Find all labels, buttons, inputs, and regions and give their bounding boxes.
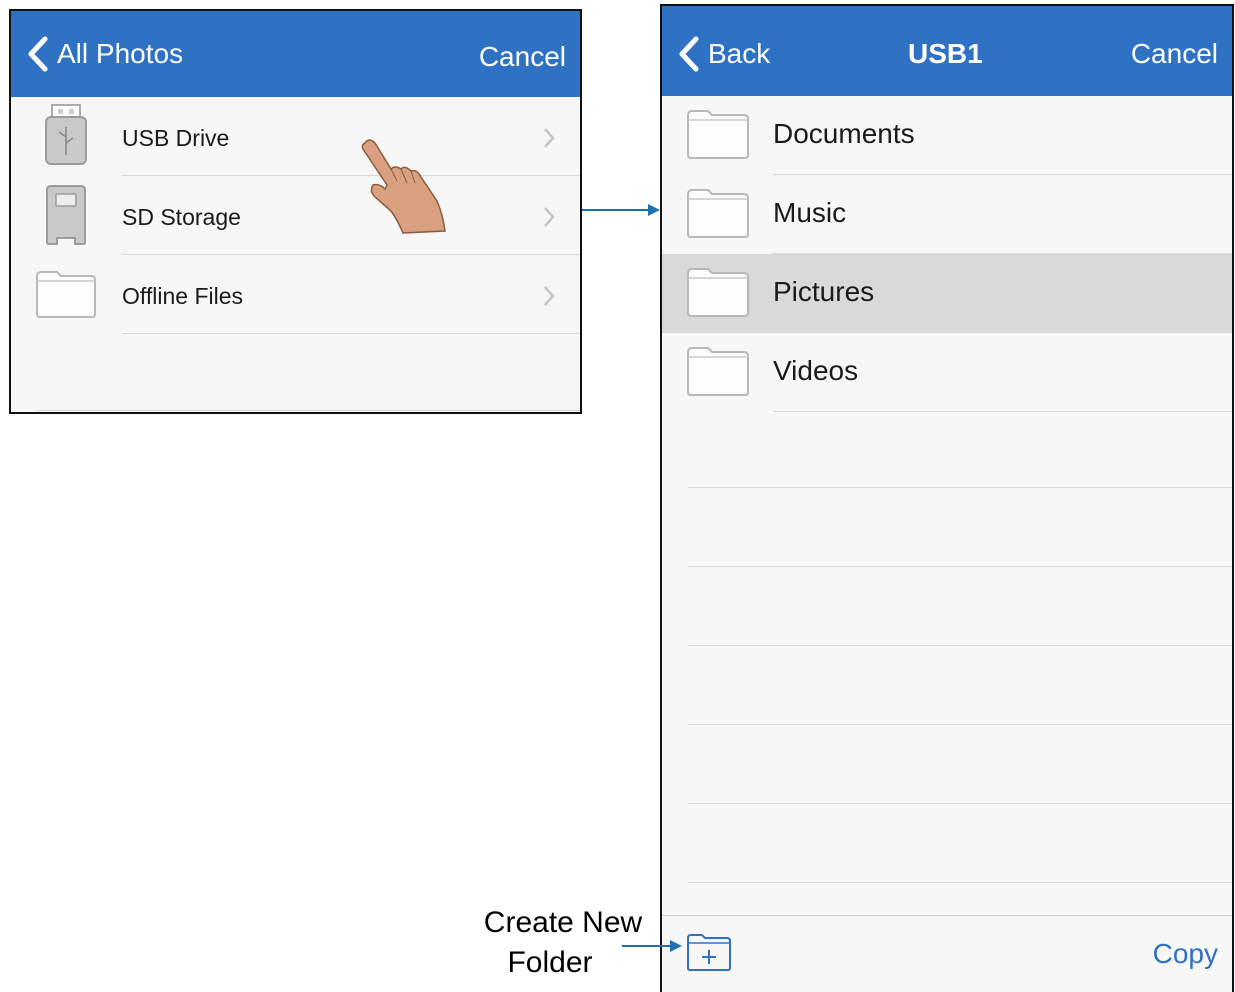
row-separator: [688, 645, 1232, 646]
cancel-button[interactable]: Cancel: [479, 41, 566, 73]
list-item-label: SD Storage: [122, 204, 241, 230]
back-button[interactable]: Back: [676, 36, 770, 72]
page-title: USB1: [908, 38, 983, 69]
row-separator: [688, 803, 1232, 804]
usb-drive-icon: [45, 104, 87, 165]
list-item-label: Offline Files: [122, 283, 244, 309]
row-separator: [688, 882, 1232, 883]
folder-icon: [687, 268, 749, 317]
row-separator: [122, 333, 580, 334]
chevron-right-icon: [544, 286, 555, 306]
cancel-button[interactable]: Cancel: [1131, 38, 1218, 70]
folder-icon: [687, 189, 749, 238]
chevron-right-icon: [544, 207, 555, 227]
folder-label: Music: [773, 197, 847, 228]
storage-list-screen: All Photos Cancel USB Drive SD Storage O…: [9, 9, 582, 414]
folder-browser-screen: Back USB1 Cancel Documents Music Picture…: [660, 4, 1234, 992]
row-separator: [37, 410, 580, 411]
folder-item-pictures[interactable]: Pictures: [662, 254, 1232, 333]
list-item-sd-storage[interactable]: SD Storage: [11, 176, 580, 255]
hand-pointer-icon: [361, 139, 446, 234]
annotation-arrow-icon: [622, 940, 682, 952]
row-separator: [688, 724, 1232, 725]
folder-label: Documents: [773, 118, 915, 149]
navigation-bar: All Photos Cancel: [11, 11, 580, 97]
navigation-arrow-icon: [582, 204, 660, 216]
folder-icon: [687, 110, 749, 159]
folder-item-music[interactable]: Music: [662, 175, 1232, 254]
list-item-label: USB Drive: [122, 125, 230, 151]
folder-item-documents[interactable]: Documents: [662, 96, 1232, 175]
folder-item-videos[interactable]: Videos: [662, 333, 1232, 412]
sd-card-icon: [46, 185, 86, 245]
row-separator: [688, 487, 1232, 488]
bottom-toolbar: Copy: [662, 915, 1232, 992]
back-button[interactable]: All Photos: [25, 36, 183, 72]
folder-label: Videos: [773, 355, 859, 386]
back-label: All Photos: [57, 38, 184, 69]
chevron-right-icon: [544, 128, 555, 148]
chevron-left-icon: [679, 36, 699, 72]
folder-label: Pictures: [773, 276, 875, 307]
row-separator: [773, 411, 1232, 412]
chevron-left-icon: [28, 36, 48, 72]
folder-icon: [36, 271, 96, 318]
folder-icon: [687, 347, 749, 396]
copy-button[interactable]: Copy: [1153, 938, 1218, 970]
row-separator: [688, 566, 1232, 567]
list-item-usb-drive[interactable]: USB Drive: [11, 97, 580, 176]
folder-plus-icon[interactable]: [686, 932, 732, 972]
list-item-offline-files[interactable]: Offline Files: [11, 255, 580, 334]
back-label: Back: [708, 38, 771, 69]
navigation-bar: Back USB1 Cancel: [662, 6, 1232, 96]
